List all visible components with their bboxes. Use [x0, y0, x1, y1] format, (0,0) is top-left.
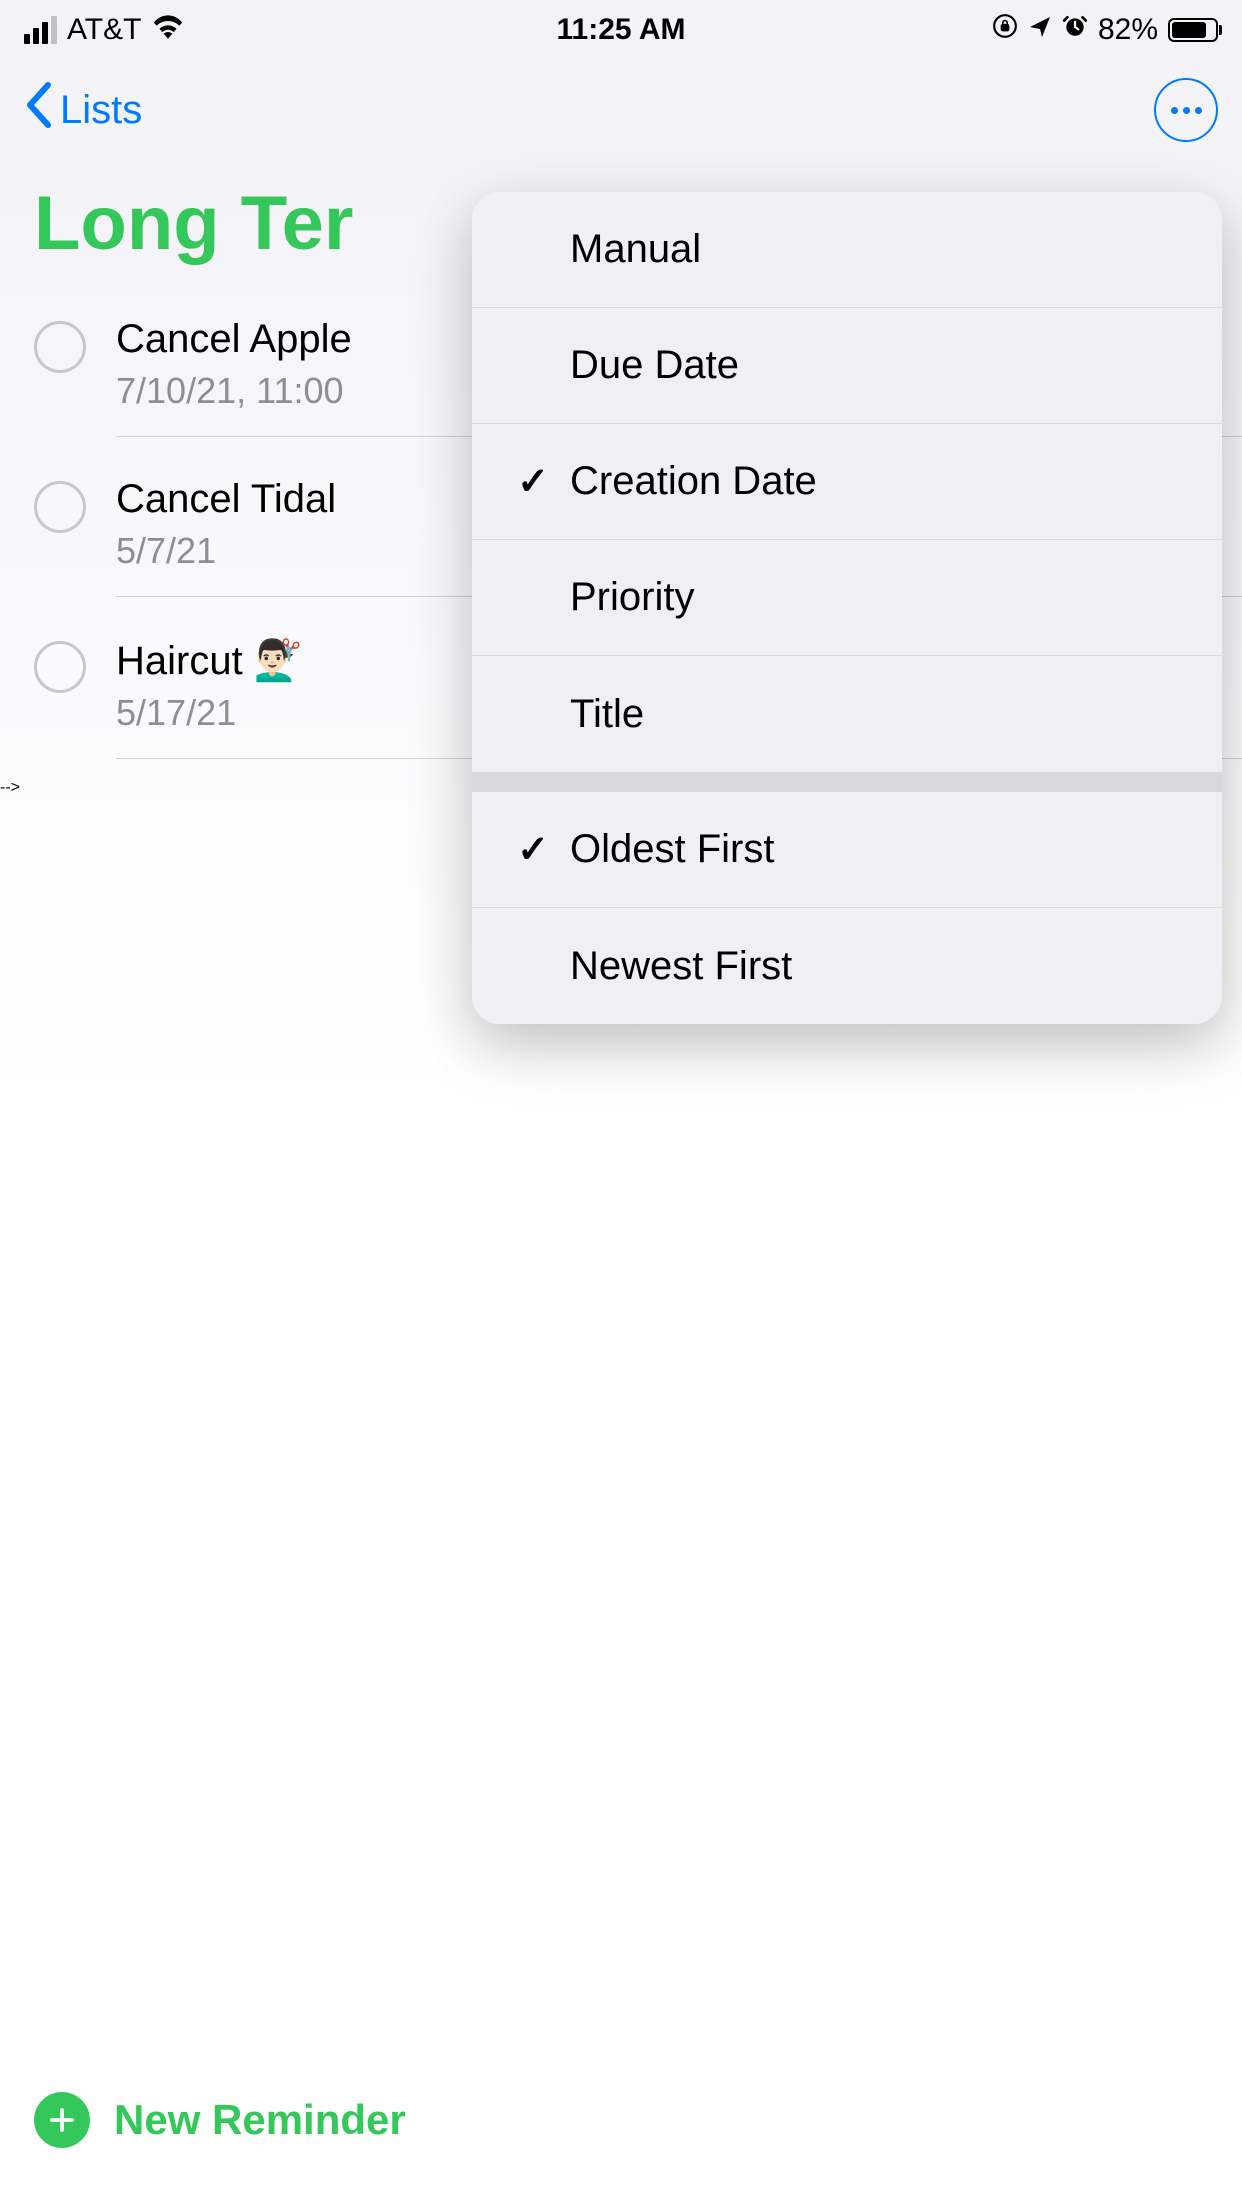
battery-percent: 82% [1098, 13, 1158, 47]
sort-option-due-date[interactable]: Due Date [472, 308, 1222, 424]
signal-bars-icon [24, 16, 57, 44]
sort-option-manual[interactable]: Manual [472, 192, 1222, 308]
order-option-oldest-first[interactable]: ✓ Oldest First [472, 792, 1222, 908]
location-icon [1028, 13, 1052, 47]
reminder-checkbox[interactable] [34, 321, 86, 373]
sort-option-priority[interactable]: Priority [472, 540, 1222, 656]
back-button[interactable]: Lists [24, 81, 142, 139]
nav-bar: Lists [0, 60, 1242, 160]
ellipsis-icon [1171, 107, 1178, 114]
sort-order-section: ✓ Oldest First Newest First [472, 792, 1222, 1024]
menu-label: Due Date [570, 343, 739, 388]
status-time: 11:25 AM [557, 13, 686, 47]
sort-menu-popover: Manual Due Date ✓ Creation Date Priority… [472, 192, 1222, 1024]
menu-label: Creation Date [570, 459, 817, 504]
order-option-newest-first[interactable]: Newest First [472, 908, 1222, 1024]
menu-label: Manual [570, 227, 701, 272]
menu-label: Oldest First [570, 827, 774, 872]
menu-label: Newest First [570, 944, 792, 989]
menu-label: Priority [570, 575, 694, 620]
back-label: Lists [60, 88, 142, 133]
chevron-back-icon [24, 81, 52, 139]
checkmark-icon: ✓ [512, 459, 554, 504]
orientation-lock-icon [992, 13, 1018, 47]
reminder-checkbox[interactable] [34, 481, 86, 533]
carrier-label: AT&T [67, 13, 141, 47]
bottom-bar: New Reminder [0, 2092, 1242, 2148]
sort-option-creation-date[interactable]: ✓ Creation Date [472, 424, 1222, 540]
sort-option-title[interactable]: Title [472, 656, 1222, 772]
status-bar: AT&T 11:25 AM [0, 0, 1242, 60]
wifi-icon [151, 13, 185, 47]
status-right: 82% [992, 13, 1218, 47]
battery-icon [1168, 18, 1218, 42]
plus-circle-icon [34, 2092, 90, 2148]
checkmark-icon: ✓ [512, 827, 554, 872]
new-reminder-button[interactable]: New Reminder [34, 2092, 1208, 2148]
menu-label: Title [570, 692, 644, 737]
new-reminder-label: New Reminder [114, 2096, 406, 2144]
reminder-checkbox[interactable] [34, 641, 86, 693]
status-left: AT&T [24, 13, 185, 47]
sort-by-section: Manual Due Date ✓ Creation Date Priority… [472, 192, 1222, 772]
more-button[interactable] [1154, 78, 1218, 142]
alarm-icon [1062, 13, 1088, 47]
menu-divider [472, 772, 1222, 792]
